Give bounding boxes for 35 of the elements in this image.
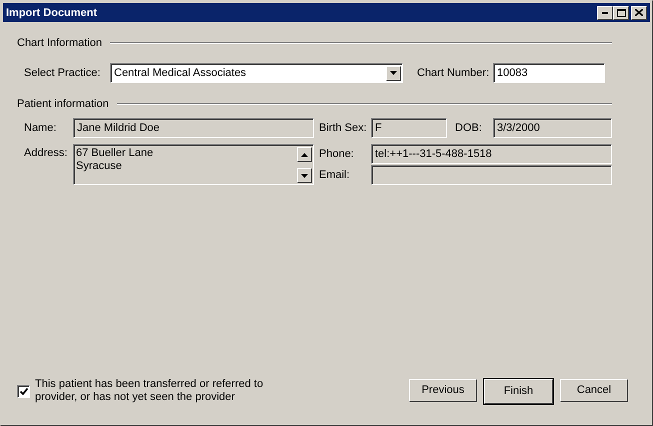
down-arrow-icon (301, 174, 308, 178)
transfer-checkbox[interactable] (17, 384, 30, 398)
field-label: Phone: (319, 148, 355, 160)
phone-field: tel:++1---31-5-488-1518 (371, 144, 612, 164)
maximize-icon (616, 8, 626, 16)
dialog-button[interactable]: Cancel (560, 378, 628, 402)
name-field: Jane Mildrid Doe (73, 118, 314, 138)
field-label: Email: (319, 169, 351, 181)
field-label: Select Practice: (24, 67, 102, 79)
field-label: Chart Number: (417, 67, 490, 79)
field-label: Name: (24, 122, 58, 134)
dob-field: 3/3/2000 (493, 118, 612, 138)
checkmark-icon (20, 388, 28, 394)
maximize-button[interactable] (613, 6, 629, 20)
dropdown-arrow-icon (390, 71, 397, 75)
minimize-icon (602, 12, 608, 14)
section-heading: Chart Information (17, 37, 102, 49)
address-text: 67 Bueller Lane Syracuse (76, 147, 154, 173)
scroll-down-button[interactable] (297, 168, 312, 183)
field-label: Birth Sex: (319, 122, 368, 134)
chart-number-field[interactable]: 10083 (493, 63, 605, 83)
field-label: Address: (24, 146, 68, 159)
up-arrow-icon (301, 152, 308, 156)
practice-dropdown[interactable]: Central Medical Associates (110, 63, 403, 83)
field-label: DOB: (455, 122, 483, 134)
section-heading: Patient information (17, 98, 109, 110)
close-button[interactable] (631, 6, 647, 20)
birth-sex-field: F (371, 118, 447, 138)
checkbox-label: This patient has been transferred or referred to provider, or has not yet seen the provider (35, 378, 264, 404)
dialog-button[interactable]: Finish (484, 378, 553, 404)
scroll-up-button[interactable] (297, 147, 312, 162)
window-title: Import Document (6, 6, 98, 18)
close-icon (635, 9, 643, 16)
dialog-button[interactable]: Previous (409, 378, 477, 402)
minimize-button[interactable] (597, 6, 613, 20)
